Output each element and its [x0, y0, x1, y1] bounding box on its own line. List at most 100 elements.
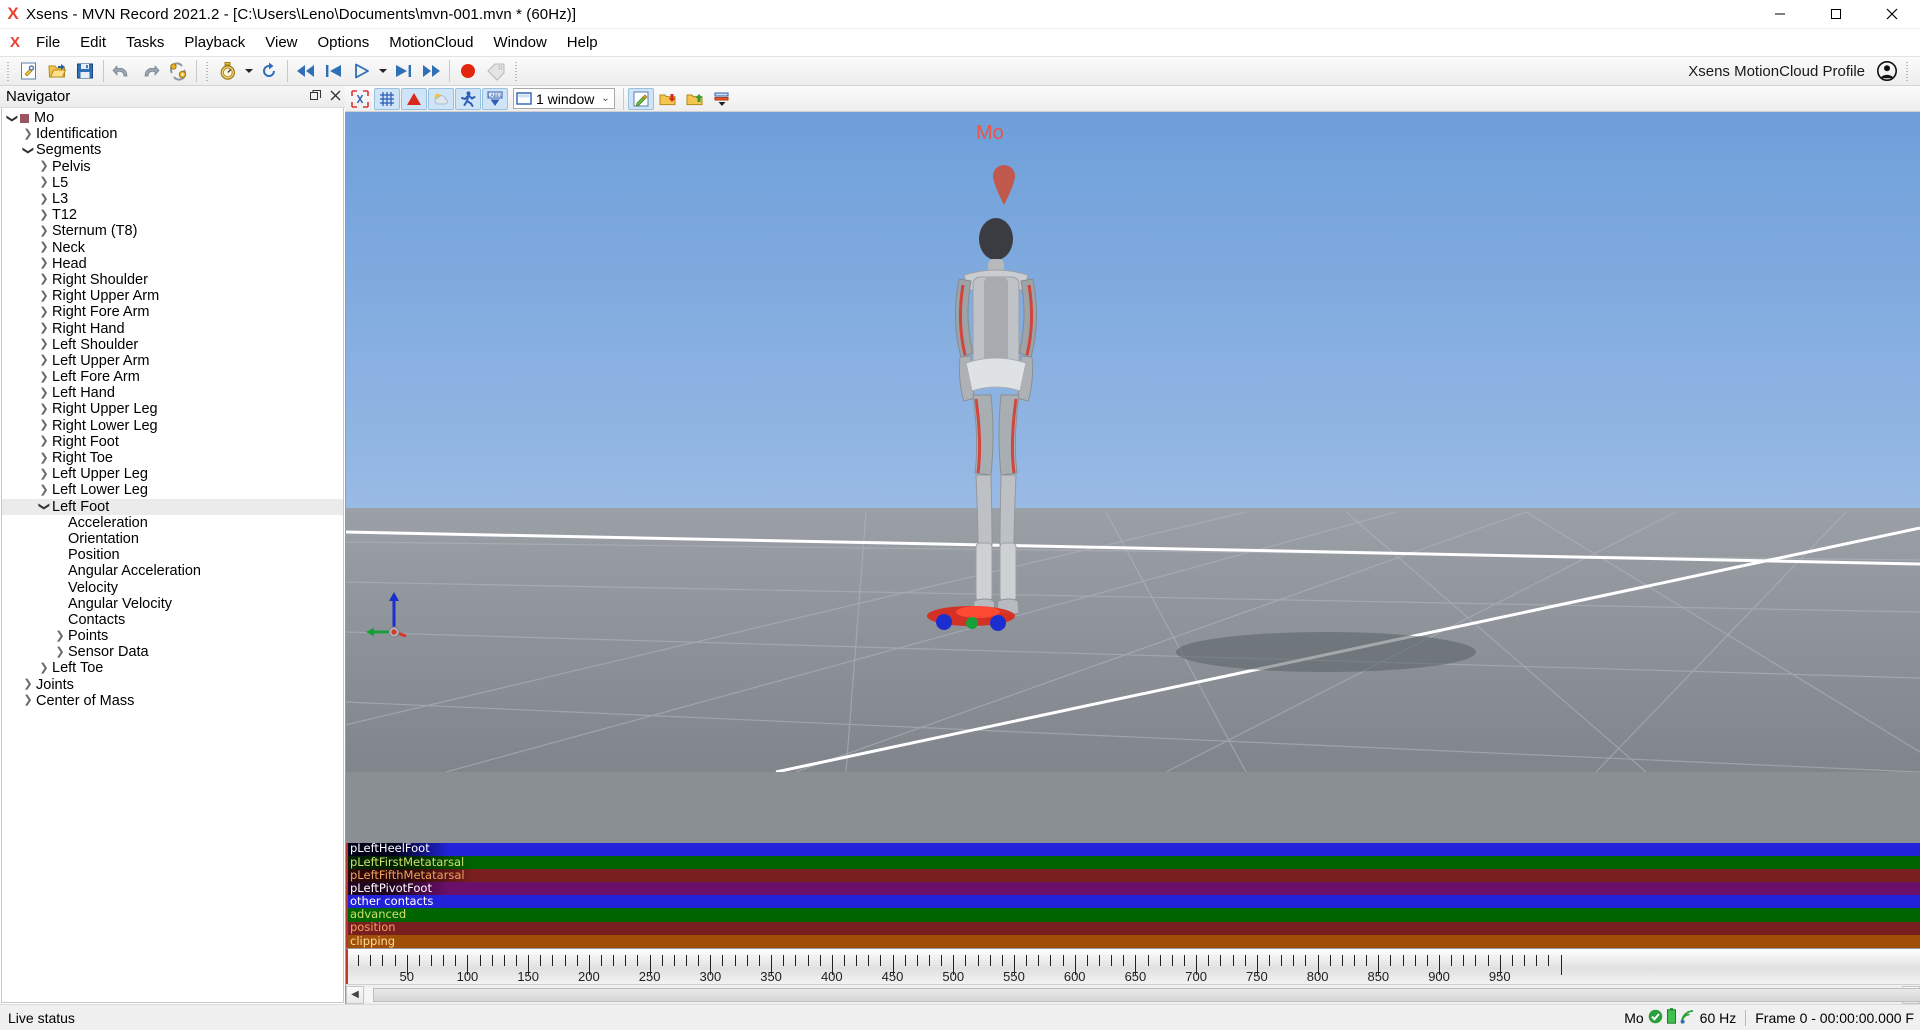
- menu-view[interactable]: View: [255, 31, 307, 54]
- chevron-down-icon[interactable]: ❯: [20, 145, 36, 156]
- tree-item-right-shoulder[interactable]: ❯ Right Shoulder: [2, 272, 343, 288]
- tree-item-mo[interactable]: ❯ Mo: [2, 110, 343, 126]
- chevron-down-icon[interactable]: ❯: [4, 113, 20, 124]
- tree-item-right-foot[interactable]: ❯ Right Foot: [2, 434, 343, 450]
- float-panel-icon[interactable]: [305, 89, 325, 104]
- menu-tasks[interactable]: Tasks: [116, 31, 174, 54]
- tree-item-orientation[interactable]: Orientation: [2, 531, 343, 547]
- user-avatar-icon[interactable]: [1873, 58, 1901, 84]
- chevron-right-icon[interactable]: ❯: [36, 225, 52, 237]
- tree-item-left-hand[interactable]: ❯ Left Hand: [2, 385, 343, 401]
- skip-to-start-icon[interactable]: [292, 58, 320, 84]
- chevron-right-icon[interactable]: ❯: [36, 306, 52, 318]
- play-icon[interactable]: [348, 58, 376, 84]
- tree-item-left-upper-leg[interactable]: ❯ Left Upper Leg: [2, 466, 343, 482]
- chevron-right-icon[interactable]: ❯: [36, 177, 52, 188]
- calibrate-icon[interactable]: [214, 58, 242, 84]
- tree-item-left-lower-leg[interactable]: ❯ Left Lower Leg: [2, 482, 343, 498]
- timeline-tracks[interactable]: pLeftHeelFoot pLeftFirstMetatarsal pLeftFi…: [346, 842, 1920, 948]
- tree-item-right-hand[interactable]: ❯ Right Hand: [2, 320, 343, 337]
- timeline-track[interactable]: other contacts: [346, 895, 1920, 909]
- reprocess-icon[interactable]: [164, 58, 192, 84]
- edit-icon[interactable]: [628, 87, 654, 110]
- chevron-right-icon[interactable]: ❯: [36, 662, 52, 674]
- step-back-icon[interactable]: [320, 58, 348, 84]
- tree-item-angular-velocity[interactable]: Angular Velocity: [2, 596, 343, 612]
- chevron-right-icon[interactable]: ❯: [20, 695, 36, 706]
- new-recording-icon[interactable]: [15, 58, 43, 84]
- cone-icon[interactable]: [401, 87, 427, 110]
- toolbar-grip-3[interactable]: [513, 60, 520, 82]
- timeline-playhead[interactable]: [346, 949, 348, 984]
- tree-item-head[interactable]: ❯ Head: [2, 256, 343, 272]
- tree-item-acceleration[interactable]: Acceleration: [2, 515, 343, 531]
- chevron-right-icon[interactable]: ❯: [36, 484, 52, 496]
- tree-item-l5[interactable]: ❯ L5: [2, 175, 343, 191]
- layout-icon[interactable]: [709, 88, 735, 110]
- undo-icon[interactable]: [108, 58, 136, 84]
- chevron-right-icon[interactable]: ❯: [36, 355, 52, 366]
- reset-icon[interactable]: [255, 58, 283, 84]
- play-dropdown-arrow[interactable]: [376, 58, 389, 84]
- toolbar-grip-4[interactable]: [1904, 60, 1911, 82]
- chevron-right-icon[interactable]: ❯: [36, 209, 52, 221]
- tree-item-left-foot[interactable]: ❯ Left Foot: [2, 498, 343, 515]
- menu-edit[interactable]: Edit: [70, 31, 116, 54]
- menu-motioncloud[interactable]: MotionCloud: [379, 31, 483, 54]
- chevron-right-icon[interactable]: ❯: [36, 452, 52, 464]
- chevron-right-icon[interactable]: ❯: [36, 274, 52, 285]
- tree-item-segments[interactable]: ❯ Segments: [2, 142, 343, 158]
- tree-item-pelvis[interactable]: ❯ Pelvis: [2, 159, 343, 175]
- chevron-right-icon[interactable]: ❯: [36, 436, 52, 447]
- fit-view-icon[interactable]: [347, 88, 373, 110]
- chevron-right-icon[interactable]: ❯: [36, 403, 52, 415]
- 3d-viewport[interactable]: Mo: [345, 112, 1920, 843]
- close-button[interactable]: [1864, 0, 1920, 29]
- scroll-left-button[interactable]: ◀: [346, 985, 364, 1004]
- tree-item-points[interactable]: ❯ Points: [2, 628, 343, 644]
- step-forward-icon[interactable]: [389, 58, 417, 84]
- character-icon[interactable]: [455, 87, 481, 110]
- chevron-right-icon[interactable]: ❯: [36, 420, 52, 431]
- chevron-right-icon[interactable]: ❯: [36, 258, 52, 269]
- window-layout-select[interactable]: 1 window ⌄: [513, 88, 615, 109]
- chevron-right-icon[interactable]: ❯: [36, 161, 52, 172]
- tree-item-identification[interactable]: ❯ Identification: [2, 126, 343, 142]
- tree-item-contacts[interactable]: Contacts: [2, 612, 343, 628]
- chevron-right-icon[interactable]: ❯: [52, 646, 68, 658]
- tree-item-left-upper-arm[interactable]: ❯ Left Upper Arm: [2, 353, 343, 369]
- grid-icon[interactable]: [374, 87, 400, 110]
- menu-help[interactable]: Help: [557, 31, 608, 54]
- tree-item-right-lower-leg[interactable]: ❯ Right Lower Leg: [2, 418, 343, 434]
- sky-icon[interactable]: [428, 87, 454, 110]
- tree-item-right-upper-arm[interactable]: ❯ Right Upper Arm: [2, 288, 343, 304]
- tag-icon[interactable]: [482, 58, 510, 84]
- chevron-right-icon[interactable]: ❯: [20, 679, 36, 690]
- menu-options[interactable]: Options: [308, 31, 380, 54]
- tree-item-right-toe[interactable]: ❯ Right Toe: [2, 450, 343, 466]
- tree-item-right-upper-leg[interactable]: ❯ Right Upper Leg: [2, 401, 343, 417]
- toolbar-grip-2[interactable]: [204, 60, 211, 82]
- timeline-track[interactable]: pLeftPivotFoot: [346, 882, 1920, 896]
- tree-item-right-fore-arm[interactable]: ❯ Right Fore Arm: [2, 304, 343, 320]
- chevron-down-icon[interactable]: ⌄: [597, 93, 614, 104]
- open-file-icon[interactable]: [43, 58, 71, 84]
- save-file-icon[interactable]: [71, 58, 99, 84]
- record-icon[interactable]: [454, 58, 482, 84]
- label-icon[interactable]: LABEL: [482, 87, 508, 110]
- scroll-thumb[interactable]: [373, 987, 1920, 1002]
- tree-item-joints[interactable]: ❯ Joints: [2, 677, 343, 693]
- menu-window[interactable]: Window: [483, 31, 556, 54]
- timeline-track[interactable]: clipping: [346, 934, 1920, 948]
- tree-item-left-fore-arm[interactable]: ❯ Left Fore Arm: [2, 369, 343, 385]
- tree-item-sensor-data[interactable]: ❯ Sensor Data: [2, 644, 343, 660]
- tree-item-velocity[interactable]: Velocity: [2, 579, 343, 596]
- tree-item-left-toe[interactable]: ❯ Left Toe: [2, 660, 343, 676]
- tree-item-neck[interactable]: ❯ Neck: [2, 240, 343, 256]
- tree-item-sternum-t8-[interactable]: ❯ Sternum (T8): [2, 223, 343, 239]
- chevron-right-icon[interactable]: ❯: [52, 630, 68, 642]
- scroll-track[interactable]: [365, 987, 1920, 1002]
- tree-item-angular-acceleration[interactable]: Angular Acceleration: [2, 563, 343, 579]
- chevron-right-icon[interactable]: ❯: [20, 128, 36, 140]
- export-icon[interactable]: [682, 88, 708, 110]
